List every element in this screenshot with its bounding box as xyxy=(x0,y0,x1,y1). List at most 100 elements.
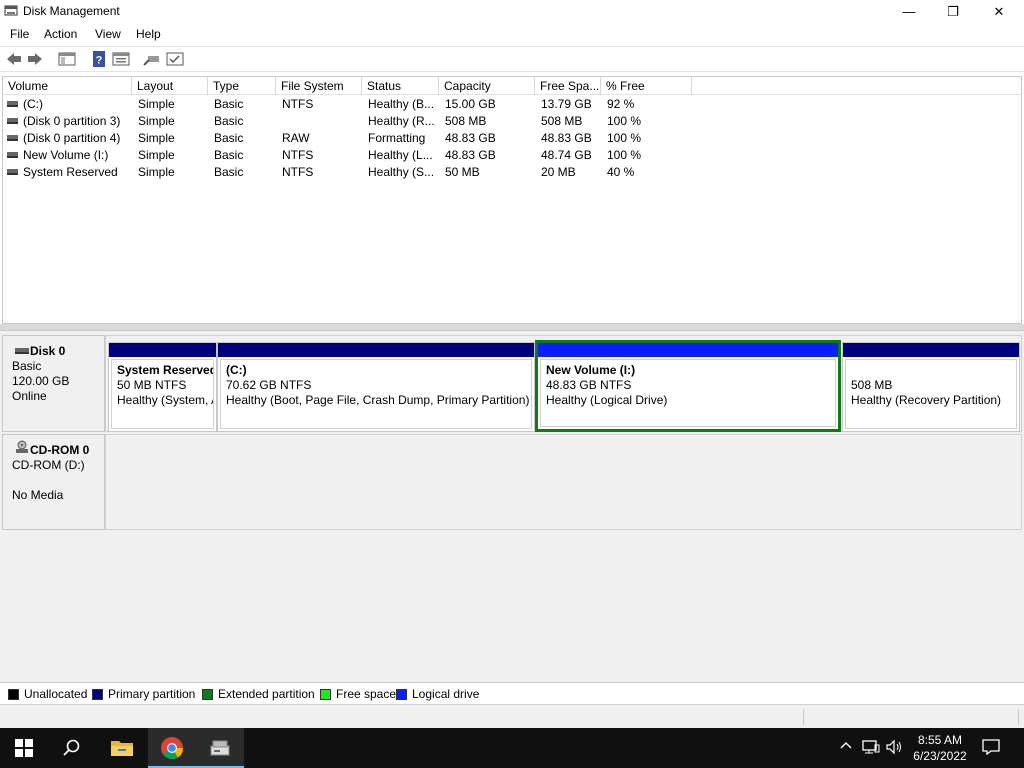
restore-button[interactable]: ❐ xyxy=(930,0,976,23)
back-arrow-icon[interactable] xyxy=(5,51,23,67)
partition-c-drive[interactable]: (C:) 70.62 GB NTFS Healthy (Boot, Page F… xyxy=(217,342,535,432)
search-button[interactable] xyxy=(48,728,96,768)
disk-0-label[interactable]: Disk 0 Basic 120.00 GB Online xyxy=(2,335,105,432)
table-cell: 40 % xyxy=(607,165,635,179)
legend-label: Logical drive xyxy=(412,687,480,701)
legend-item: Free space xyxy=(320,687,397,701)
partition-size: 48.83 GB NTFS xyxy=(546,378,632,392)
menu-file[interactable]: File xyxy=(10,27,29,41)
partition-details: System Reserved 50 MB NTFS Healthy (Syst… xyxy=(111,359,214,429)
forward-arrow-icon[interactable] xyxy=(26,51,44,67)
start-button[interactable] xyxy=(0,728,48,768)
disk-management-icon xyxy=(210,740,230,756)
partition-type-bar xyxy=(218,343,534,357)
table-row[interactable]: (Disk 0 partition 4) Simple Basic RAW Format… xyxy=(3,130,1021,147)
partition-type-bar xyxy=(538,343,838,357)
partition-details: 508 MB Healthy (Recovery Partition) xyxy=(845,359,1017,429)
column-header-free-space[interactable]: Free Spa... xyxy=(535,77,601,95)
legend-swatch xyxy=(92,688,103,700)
volume-icon xyxy=(7,118,18,124)
volume-icon xyxy=(7,101,18,107)
table-cell: Healthy (L... xyxy=(368,148,433,162)
column-header-percent-free[interactable]: % Free xyxy=(601,77,692,95)
table-cell: Basic xyxy=(214,114,244,128)
table-cell: 15.00 GB xyxy=(445,97,496,111)
table-cell: (Disk 0 partition 3) xyxy=(23,114,121,128)
table-cell: 48.83 GB xyxy=(541,131,592,145)
table-cell: Simple xyxy=(138,97,175,111)
table-row[interactable]: (Disk 0 partition 3) Simple Basic Healthy (… xyxy=(3,113,1021,130)
status-separator xyxy=(803,709,804,725)
help-icon[interactable]: ? xyxy=(90,51,108,67)
column-header-capacity[interactable]: Capacity xyxy=(439,77,535,95)
partition-size: 508 MB xyxy=(851,378,893,392)
show-hide-console-tree-icon[interactable] xyxy=(58,51,76,67)
volume-list: Volume Layout Type File System Status Ca… xyxy=(2,76,1022,324)
table-cell: Healthy (B... xyxy=(368,97,435,111)
partition-details: New Volume (I:) 48.83 GB NTFS Healthy (L… xyxy=(540,359,836,427)
table-cell: 20 MB xyxy=(541,165,576,179)
table-row[interactable]: New Volume (I:) Simple Basic NTFS Healthy (L… xyxy=(3,147,1021,164)
table-cell: 13.79 GB xyxy=(541,97,592,111)
connect-icon[interactable] xyxy=(143,51,161,67)
column-header-type[interactable]: Type xyxy=(208,77,276,95)
disk-graphical-view: Disk 0 Basic 120.00 GB Online System Res… xyxy=(0,330,1024,682)
table-row[interactable]: System Reserved Simple Basic NTFS Healthy (S… xyxy=(3,164,1021,181)
legend-swatch xyxy=(8,688,19,700)
partition-recovery[interactable]: 508 MB Healthy (Recovery Partition) xyxy=(842,342,1020,432)
volume-list-header: Volume Layout Type File System Status Ca… xyxy=(3,77,1021,95)
column-header-file-system[interactable]: File System xyxy=(276,77,362,95)
file-explorer-icon xyxy=(111,741,133,756)
close-button[interactable]: ✕ xyxy=(976,0,1022,23)
clock[interactable]: 8:55 AM 6/23/2022 xyxy=(906,732,974,764)
legend-item: Logical drive xyxy=(396,687,480,701)
column-header-status[interactable]: Status xyxy=(362,77,439,95)
table-cell: 100 % xyxy=(607,114,642,128)
start-icon xyxy=(15,739,33,757)
table-cell: 100 % xyxy=(607,148,642,162)
minimize-button[interactable]: — xyxy=(886,0,932,23)
table-cell: 92 % xyxy=(607,97,635,111)
chevron-up-icon[interactable] xyxy=(840,739,852,755)
table-cell: 48.83 GB xyxy=(445,148,496,162)
table-cell: Basic xyxy=(214,97,244,111)
partition-type-bar xyxy=(109,343,216,357)
menu-view[interactable]: View xyxy=(95,27,121,41)
disk-0-type: Basic xyxy=(12,359,42,373)
cdrom-0-label[interactable]: CD-ROM 0 CD-ROM (D:) No Media xyxy=(2,434,105,530)
status-separator xyxy=(1018,709,1019,725)
window-title: Disk Management xyxy=(23,4,120,18)
disk-management-taskbar-button[interactable] xyxy=(196,728,244,768)
table-cell: Formatting xyxy=(368,131,426,145)
column-header-layout[interactable]: Layout xyxy=(132,77,208,95)
menu-bar: File Action View Help xyxy=(0,23,1024,45)
table-row[interactable]: (C:) Simple Basic NTFS Healthy (B... 15.00 GB… xyxy=(3,96,1021,113)
properties-icon[interactable] xyxy=(112,51,130,67)
column-header-volume[interactable]: Volume xyxy=(3,77,132,95)
volume-icon[interactable] xyxy=(886,739,904,758)
volume-icon xyxy=(7,135,18,141)
legend-label: Free space xyxy=(336,687,397,701)
network-icon[interactable] xyxy=(862,739,880,758)
table-cell: 50 MB xyxy=(445,165,480,179)
clock-date: 6/23/2022 xyxy=(913,749,967,763)
menu-action[interactable]: Action xyxy=(44,27,77,41)
disk-management-icon xyxy=(4,5,18,16)
partition-new-volume-i[interactable]: New Volume (I:) 48.83 GB NTFS Healthy (L… xyxy=(535,340,841,432)
partition-name: System Reserved xyxy=(117,363,214,377)
table-cell: Simple xyxy=(138,131,175,145)
notifications-icon[interactable] xyxy=(982,739,1000,758)
legend-label: Unallocated xyxy=(24,687,88,701)
menu-help[interactable]: Help xyxy=(136,27,161,41)
disk-management-window: Disk Management — ❐ ✕ File Action View H… xyxy=(0,0,1024,728)
file-explorer-button[interactable] xyxy=(98,728,146,768)
partition-system-reserved[interactable]: System Reserved 50 MB NTFS Healthy (Syst… xyxy=(108,342,217,432)
export-list-icon[interactable] xyxy=(166,51,184,67)
cdrom-0-drive: CD-ROM (D:) xyxy=(12,458,85,472)
chrome-button[interactable] xyxy=(148,728,196,768)
disk-icon xyxy=(15,348,29,354)
table-cell: (C:) xyxy=(23,97,43,111)
cdrom-0-body xyxy=(105,434,1022,530)
partition-name: (C:) xyxy=(226,363,247,377)
legend-item: Primary partition xyxy=(92,687,195,701)
